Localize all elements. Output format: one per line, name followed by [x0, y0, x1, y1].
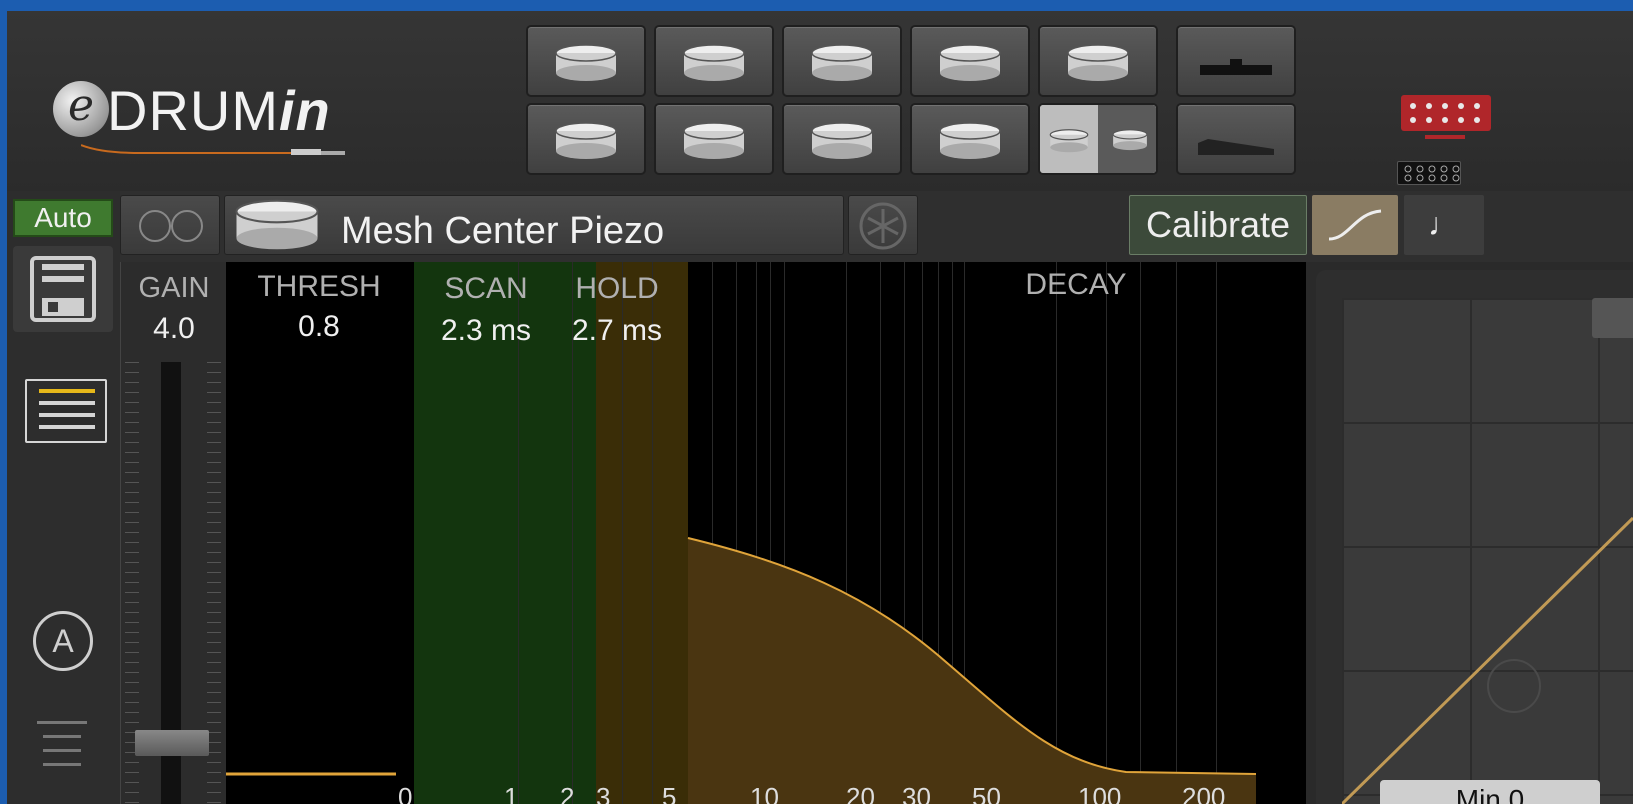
calibrate-button[interactable]: Calibrate — [1129, 195, 1307, 255]
edrumin-logo: e DRUMin — [47, 69, 377, 159]
gain-label: GAIN — [138, 272, 210, 304]
axis-tick: 5 — [662, 782, 677, 804]
connector-black-icon — [1397, 161, 1461, 185]
connector-indicator — [1425, 135, 1465, 139]
pad-button-3[interactable] — [782, 25, 902, 97]
list-line — [39, 401, 95, 405]
scan-label: SCAN — [444, 272, 528, 305]
list-line-accent — [39, 389, 95, 393]
pad-button-7[interactable] — [654, 103, 774, 175]
drum-icon — [939, 44, 1001, 81]
axis-tick: 100 — [1078, 782, 1122, 804]
velocity-curve-grid[interactable] — [1342, 298, 1633, 804]
hold-value[interactable]: 2.7 ms — [562, 314, 672, 348]
pad-button-1[interactable] — [526, 25, 646, 97]
trigger-graph[interactable]: THRESH 0.8 SCAN 2.3 ms HOLD 2.7 ms DECAY… — [226, 262, 1306, 804]
list-line — [39, 413, 95, 417]
axis-tick: 1 — [504, 782, 519, 804]
curve-max-handle[interactable] — [1592, 298, 1633, 338]
save-button[interactable] — [13, 246, 113, 332]
thresh-label: THRESH — [257, 270, 381, 303]
axis-tick: 30 — [902, 782, 931, 804]
floppy-disk-icon — [30, 256, 96, 322]
logo-e-badge: e — [53, 81, 109, 137]
curve-view-button[interactable] — [1312, 195, 1398, 255]
pad-name-label: Mesh Center Piezo — [341, 210, 665, 252]
left-sidebar: Auto A — [7, 191, 120, 804]
list-view-button[interactable] — [25, 379, 107, 443]
axis-tick: 10 — [750, 782, 779, 804]
axis-tick: 200 — [1182, 782, 1226, 804]
drum-icon — [235, 199, 319, 250]
yamaha-mode-button[interactable] — [848, 195, 918, 255]
drum-icon — [683, 122, 745, 159]
drum-icon — [811, 44, 873, 81]
drum-icon — [555, 122, 617, 159]
gain-panel: GAIN 4.0 — [120, 262, 226, 804]
hihat-pedal-icon — [1200, 59, 1272, 75]
drum-icon — [683, 44, 745, 81]
decay-label: DECAY — [1025, 268, 1127, 301]
pad-button-8[interactable] — [782, 103, 902, 175]
pad-toolbar: Mesh Center Piezo Calibrate ♩ — [120, 191, 1633, 262]
gain-scale-right — [207, 362, 221, 804]
logo-wordmark: DRUMin — [107, 79, 331, 142]
velocity-curve-line[interactable] — [1342, 298, 1633, 804]
velocity-curve-panel: Min 0 — [1316, 270, 1633, 804]
menu-lines-icon[interactable] — [37, 721, 87, 771]
drum-icon — [811, 122, 873, 159]
window-frame-top — [0, 0, 1633, 11]
drum-icon — [555, 44, 617, 81]
midi-note-button[interactable]: ♩ — [1404, 195, 1484, 255]
drum-small-icon — [1049, 129, 1089, 153]
pedal-icon — [1198, 139, 1274, 155]
pad-button-2[interactable] — [654, 25, 774, 97]
header: e DRUMin — [7, 11, 1633, 191]
drum-icon — [939, 122, 1001, 159]
thresh-value[interactable]: 0.8 — [244, 310, 394, 344]
yamaha-logo-icon — [859, 202, 907, 250]
pad-button-5[interactable] — [1038, 25, 1158, 97]
pad-button-9[interactable] — [910, 103, 1030, 175]
curve-min-label[interactable]: Min 0 — [1380, 780, 1600, 804]
pad-button-10-selected[interactable] — [1038, 103, 1158, 175]
pad-link-toggle[interactable] — [120, 195, 220, 255]
list-line — [39, 425, 95, 429]
cable-icon — [81, 144, 345, 155]
a-circle-button[interactable]: A — [33, 611, 93, 671]
double-circle-icon — [139, 210, 203, 242]
axis-tick: 2 — [560, 782, 575, 804]
hihat-controller-button[interactable] — [1176, 25, 1296, 97]
connector-red-icon — [1401, 95, 1491, 131]
gain-value: 4.0 — [153, 312, 195, 345]
axis-tick: 50 — [972, 782, 1001, 804]
pad-button-4[interactable] — [910, 25, 1030, 97]
gain-slider-handle[interactable] — [135, 730, 209, 756]
hold-label: HOLD — [575, 272, 659, 305]
curve-icon — [1328, 209, 1382, 241]
axis-tick: 3 — [596, 782, 611, 804]
expression-pedal-button[interactable] — [1176, 103, 1296, 175]
pad-button-6[interactable] — [526, 103, 646, 175]
axis-tick: 0 — [398, 782, 413, 804]
auto-button[interactable]: Auto — [13, 199, 113, 237]
window-frame-left — [0, 0, 7, 804]
scan-value[interactable]: 2.3 ms — [426, 314, 546, 348]
drum-icon — [1067, 44, 1129, 81]
pad-name-field[interactable]: Mesh Center Piezo — [224, 195, 844, 255]
drum-small-icon — [1112, 129, 1148, 151]
axis-tick: 20 — [846, 782, 875, 804]
